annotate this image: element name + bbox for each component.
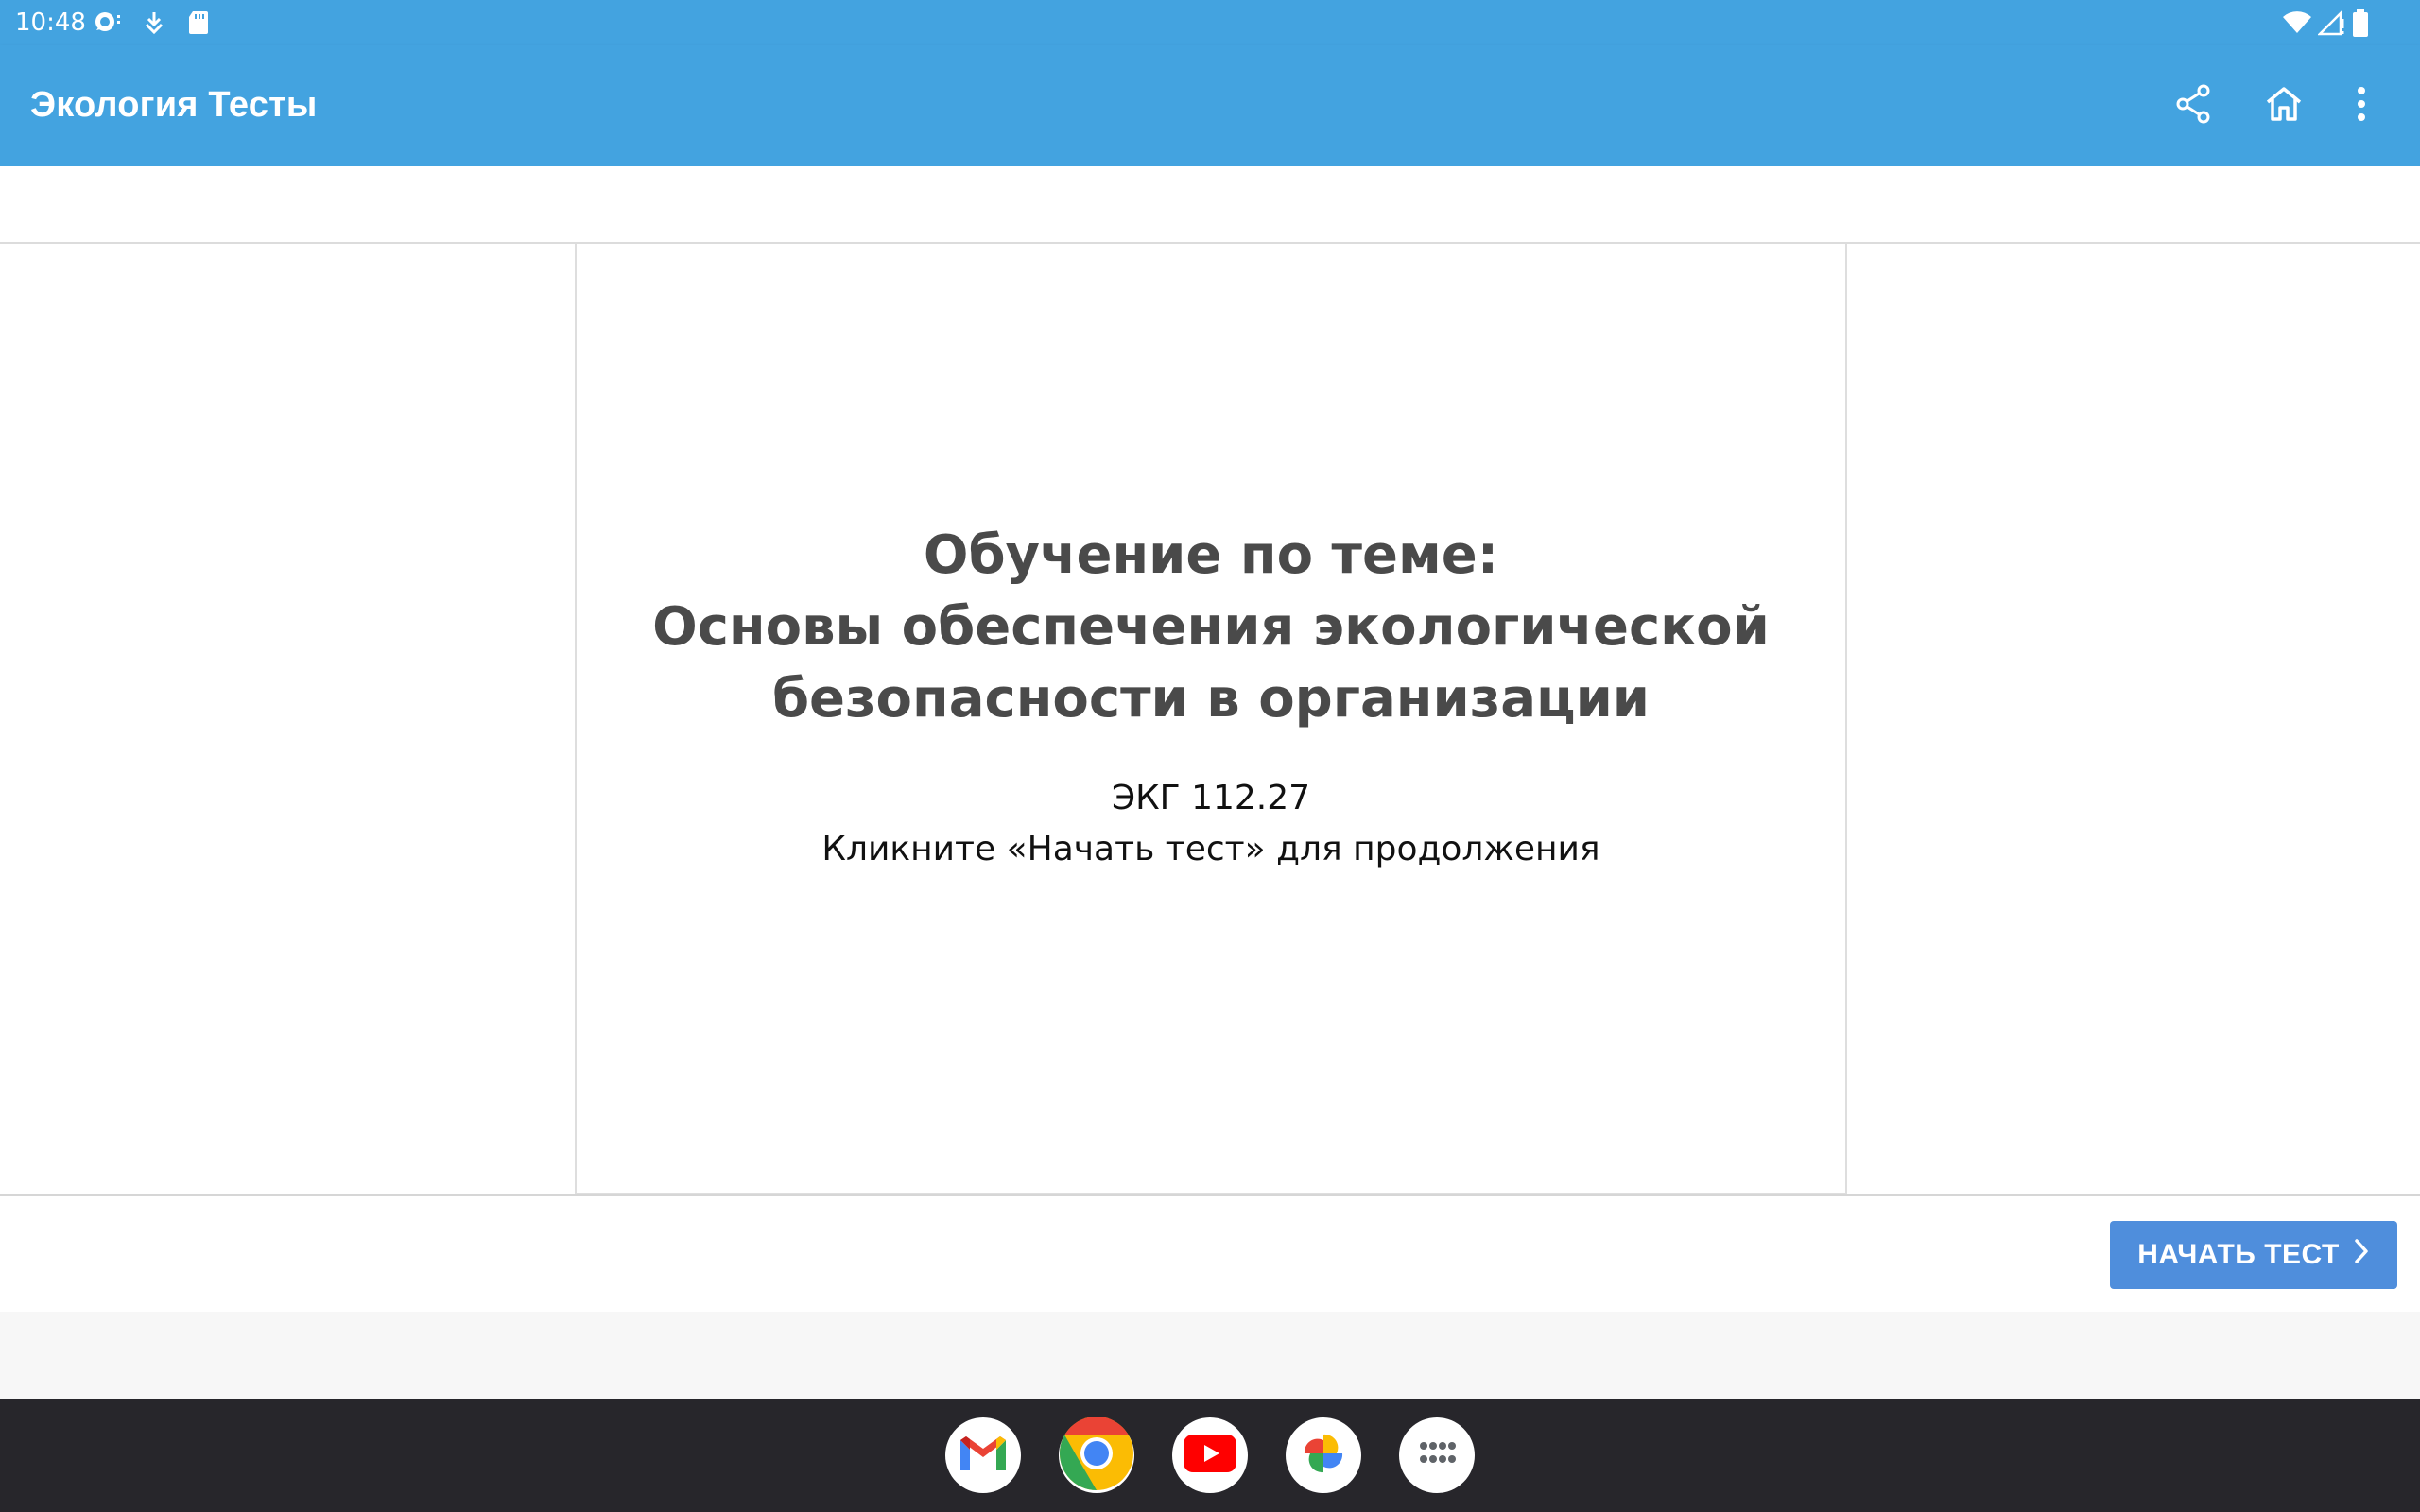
home-button[interactable]	[2257, 79, 2310, 132]
app-drawer-button[interactable]	[1399, 1418, 1475, 1493]
slide-title-line-2: Основы обеспечения экологической	[652, 596, 1770, 658]
more-vert-icon	[2356, 85, 2367, 128]
slide-hint: Кликните «Начать тест» для продолжения	[821, 830, 1600, 868]
download-icon	[142, 9, 166, 41]
gmail-icon	[957, 1433, 1010, 1479]
share-button[interactable]	[2167, 79, 2220, 132]
app-bar: Экология Тесты	[0, 45, 2420, 166]
slide-stage: Обучение по теме: Основы обеспечения эко…	[0, 244, 2420, 1194]
slide-code: ЭКГ 112.27	[1111, 779, 1311, 817]
start-test-label: НАЧАТЬ ТЕСТ	[2137, 1239, 2340, 1270]
content-header-strip	[0, 166, 2420, 244]
slide-title-line-1: Обучение по теме:	[923, 524, 1499, 586]
status-time: 10:48	[15, 9, 86, 37]
home-icon	[2264, 85, 2304, 128]
slide-card: Обучение по теме: Основы обеспечения эко…	[575, 244, 1847, 1194]
share-icon	[2174, 84, 2212, 129]
youtube-app[interactable]	[1172, 1418, 1248, 1493]
photos-icon	[1297, 1427, 1350, 1485]
app-title: Экология Тесты	[30, 85, 318, 125]
youtube-icon	[1184, 1434, 1236, 1477]
chat-notification-icon	[93, 9, 125, 41]
wifi-icon	[2282, 9, 2312, 41]
more-options-button[interactable]	[2335, 79, 2388, 132]
gmail-app[interactable]	[945, 1418, 1021, 1493]
cell-signal-icon	[2316, 9, 2344, 41]
photos-app[interactable]	[1286, 1418, 1361, 1493]
start-test-button[interactable]: НАЧАТЬ ТЕСТ	[2110, 1221, 2397, 1289]
sd-card-icon	[187, 9, 210, 41]
chevron-right-icon	[2353, 1238, 2370, 1272]
slide-title: Обучение по теме: Основы обеспечения эко…	[577, 520, 1845, 735]
battery-icon	[2352, 9, 2369, 43]
chrome-app[interactable]	[1059, 1416, 1134, 1495]
footer-bar: НАЧАТЬ ТЕСТ	[0, 1196, 2420, 1312]
bottom-empty-area	[0, 1312, 2420, 1399]
slide-title-line-3: безопасности в организации	[771, 668, 1651, 730]
taskbar	[0, 1399, 2420, 1512]
chrome-icon	[1059, 1416, 1133, 1495]
status-bar: 10:48	[0, 0, 2420, 45]
app-drawer-icon	[1418, 1440, 1456, 1471]
